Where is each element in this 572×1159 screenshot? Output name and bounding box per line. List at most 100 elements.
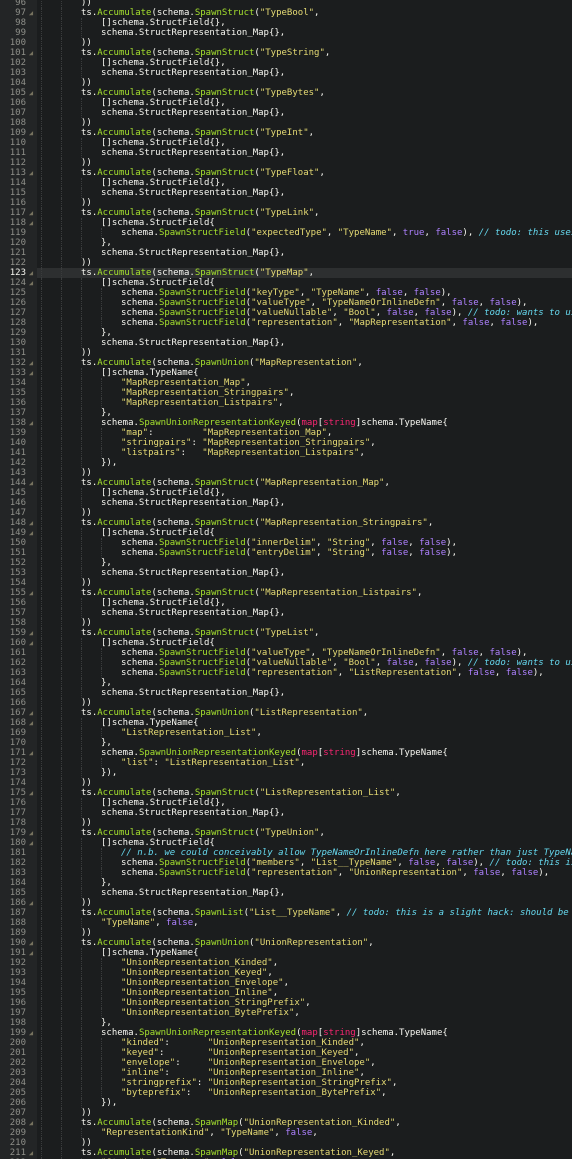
code-line[interactable]: "stringpairs": "MapRepresentation_String…: [37, 438, 572, 448]
fold-arrow-icon[interactable]: ◢: [27, 418, 35, 428]
code-area[interactable]: )) ts.Accumulate(schema.SpawnStruct("Type…: [37, 0, 572, 1159]
code-line[interactable]: ts.Accumulate(schema.SpawnMap("UnionRepr…: [37, 1118, 572, 1128]
code-line[interactable]: schema.SpawnStructField("valueType", "Ty…: [37, 648, 572, 658]
code-line[interactable]: schema.StructRepresentation_Map{},: [37, 888, 572, 898]
code-line[interactable]: schema.StructRepresentation_Map{},: [37, 68, 572, 78]
code-line[interactable]: )): [37, 198, 572, 208]
code-line[interactable]: },: [37, 1018, 572, 1028]
code-line[interactable]: []schema.StructField{},: [37, 58, 572, 68]
code-line[interactable]: )): [37, 348, 572, 358]
code-line[interactable]: )): [37, 1138, 572, 1148]
code-line[interactable]: schema.StructRepresentation_Map{},: [37, 688, 572, 698]
code-line[interactable]: []schema.StructField{},: [37, 598, 572, 608]
code-line[interactable]: "kinded": "UnionRepresentation_Kinded",: [37, 1038, 572, 1048]
code-line[interactable]: []schema.StructField{: [37, 638, 572, 648]
code-line[interactable]: )): [37, 578, 572, 588]
code-line[interactable]: )): [37, 78, 572, 88]
code-line[interactable]: "MapRepresentation_Listpairs",: [37, 398, 572, 408]
code-line[interactable]: []schema.StructField{: [37, 278, 572, 288]
code-line[interactable]: ts.Accumulate(schema.SpawnStruct("TypeUn…: [37, 828, 572, 838]
code-line[interactable]: "list": "ListRepresentation_List",: [37, 758, 572, 768]
code-line[interactable]: "listpairs": "MapRepresentation_Listpair…: [37, 448, 572, 458]
code-line[interactable]: schema.StructRepresentation_Map{},: [37, 248, 572, 258]
code-line[interactable]: "keyed": "UnionRepresentation_Keyed",: [37, 1048, 572, 1058]
code-line[interactable]: ts.Accumulate(schema.SpawnStruct("TypeBy…: [37, 88, 572, 98]
code-line[interactable]: "map": "MapRepresentation_Map",: [37, 428, 572, 438]
code-line[interactable]: []schema.StructField{},: [37, 798, 572, 808]
code-line[interactable]: "UnionRepresentation_Inline",: [37, 988, 572, 998]
code-line[interactable]: ts.Accumulate(schema.SpawnStruct("TypeLi…: [37, 628, 572, 638]
code-line[interactable]: ts.Accumulate(schema.SpawnStruct("ListRe…: [37, 788, 572, 798]
code-line[interactable]: schema.SpawnStructField("representation"…: [37, 318, 572, 328]
code-line[interactable]: )): [37, 258, 572, 268]
code-line[interactable]: []schema.TypeName{: [37, 368, 572, 378]
code-line[interactable]: []schema.StructField{: [37, 218, 572, 228]
code-line[interactable]: "ListRepresentation_List",: [37, 728, 572, 738]
fold-arrow-icon[interactable]: ◢: [27, 938, 35, 948]
fold-arrow-icon[interactable]: ◢: [27, 368, 35, 378]
code-line[interactable]: schema.StructRepresentation_Map{},: [37, 108, 572, 118]
code-line[interactable]: )): [37, 38, 572, 48]
code-line[interactable]: schema.SpawnStructField("valueType", "Ty…: [37, 298, 572, 308]
code-editor[interactable]: 96 97 ◢ 98 99 100 101 ◢ 102 103 104 105 ◢ 106 107 108 10…: [0, 0, 572, 1159]
fold-arrow-icon[interactable]: ◢: [27, 518, 35, 528]
code-line[interactable]: ts.Accumulate(schema.SpawnStruct("TypeLi…: [37, 208, 572, 218]
code-line[interactable]: "UnionRepresentation_BytePrefix",: [37, 1008, 572, 1018]
fold-arrow-icon[interactable]: ◢: [27, 48, 35, 58]
code-line[interactable]: },: [37, 238, 572, 248]
code-line[interactable]: "inline": "UnionRepresentation_Inline",: [37, 1068, 572, 1078]
fold-arrow-icon[interactable]: ◢: [27, 638, 35, 648]
code-line[interactable]: ts.Accumulate(schema.SpawnStruct("TypeFl…: [37, 168, 572, 178]
code-line[interactable]: )): [37, 698, 572, 708]
code-line[interactable]: "TypeName", false,: [37, 918, 572, 928]
fold-arrow-icon[interactable]: ◢: [27, 828, 35, 838]
code-line[interactable]: )): [37, 818, 572, 828]
fold-arrow-icon[interactable]: ◢: [27, 838, 35, 848]
fold-arrow-icon[interactable]: ◢: [27, 898, 35, 908]
code-line[interactable]: },: [37, 678, 572, 688]
code-line[interactable]: )): [37, 928, 572, 938]
code-line[interactable]: "MapRepresentation_Map",: [37, 378, 572, 388]
fold-arrow-icon[interactable]: ◢: [27, 1118, 35, 1128]
fold-arrow-icon[interactable]: ◢: [27, 8, 35, 18]
code-line[interactable]: schema.SpawnStructField("valueNullable",…: [37, 658, 572, 668]
code-line[interactable]: "MapRepresentation_Stringpairs",: [37, 388, 572, 398]
code-line[interactable]: },: [37, 878, 572, 888]
code-line[interactable]: )): [37, 468, 572, 478]
code-line[interactable]: schema.SpawnStructField("representation"…: [37, 868, 572, 878]
code-line[interactable]: []schema.TypeName{: [37, 718, 572, 728]
fold-arrow-icon[interactable]: ◢: [27, 948, 35, 958]
code-line[interactable]: []schema.StructField{: [37, 528, 572, 538]
code-line[interactable]: )): [37, 0, 572, 8]
code-line[interactable]: schema.SpawnStructField("innerDelim", "S…: [37, 538, 572, 548]
code-line[interactable]: schema.SpawnStructField("expectedType", …: [37, 228, 572, 238]
code-line[interactable]: )): [37, 898, 572, 908]
fold-arrow-icon[interactable]: ◢: [27, 718, 35, 728]
code-line[interactable]: ts.Accumulate(schema.SpawnList("List__Ty…: [37, 908, 572, 918]
code-line[interactable]: ts.Accumulate(schema.SpawnMap("UnionRepr…: [37, 1148, 572, 1158]
code-line[interactable]: }),: [37, 768, 572, 778]
code-line[interactable]: )): [37, 1108, 572, 1118]
code-line[interactable]: },: [37, 328, 572, 338]
code-line[interactable]: }),: [37, 458, 572, 468]
code-line[interactable]: ts.Accumulate(schema.SpawnUnion("MapRepr…: [37, 358, 572, 368]
code-line[interactable]: []schema.StructField{: [37, 838, 572, 848]
code-line[interactable]: ts.Accumulate(schema.SpawnStruct("MapRep…: [37, 588, 572, 598]
code-line[interactable]: ts.Accumulate(schema.SpawnStruct("TypeIn…: [37, 128, 572, 138]
fold-arrow-icon[interactable]: ◢: [27, 128, 35, 138]
code-line[interactable]: "stringprefix": "UnionRepresentation_Str…: [37, 1078, 572, 1088]
code-line[interactable]: "RepresentationKind", "TypeName", false,: [37, 1128, 572, 1138]
code-line[interactable]: "byteprefix": "UnionRepresentation_ByteP…: [37, 1088, 572, 1098]
code-line[interactable]: schema.SpawnStructField("keyType", "Type…: [37, 288, 572, 298]
code-line[interactable]: ts.Accumulate(schema.SpawnStruct("MapRep…: [37, 518, 572, 528]
code-line[interactable]: },: [37, 408, 572, 418]
fold-arrow-icon[interactable]: ◢: [27, 218, 35, 228]
code-line[interactable]: )): [37, 508, 572, 518]
code-line[interactable]: "UnionRepresentation_StringPrefix",: [37, 998, 572, 1008]
code-line[interactable]: "UnionRepresentation_Envelope",: [37, 978, 572, 988]
code-line[interactable]: ts.Accumulate(schema.SpawnStruct("TypeBo…: [37, 8, 572, 18]
code-line[interactable]: schema.StructRepresentation_Map{},: [37, 28, 572, 38]
fold-arrow-icon[interactable]: ◢: [27, 748, 35, 758]
code-line[interactable]: "UnionRepresentation_Keyed",: [37, 968, 572, 978]
code-line[interactable]: "envelope": "UnionRepresentation_Envelop…: [37, 1058, 572, 1068]
